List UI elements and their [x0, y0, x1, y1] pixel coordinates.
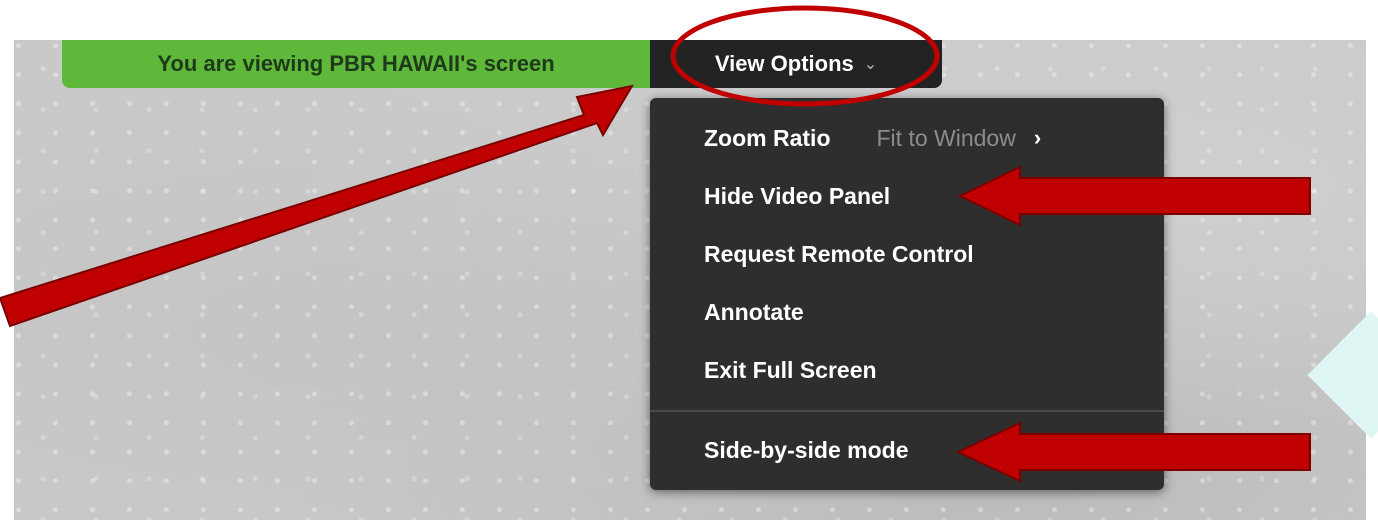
arrow-icon	[957, 165, 1311, 227]
ellipse-highlight	[670, 5, 940, 107]
arrow-icon	[0, 84, 635, 328]
annotation-overlay	[0, 5, 1311, 483]
arrow-icon	[955, 421, 1311, 483]
